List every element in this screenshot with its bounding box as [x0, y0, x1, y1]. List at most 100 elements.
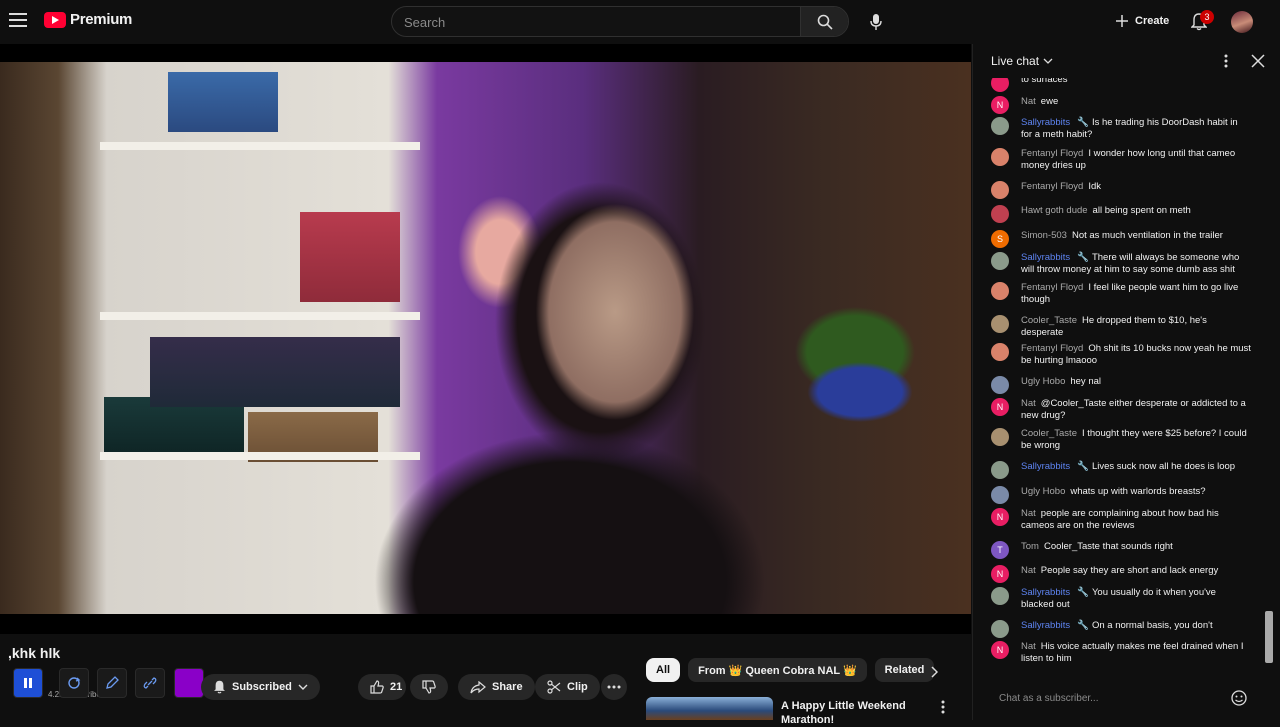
more-vertical-icon[interactable] [938, 699, 948, 715]
chip-from-channel[interactable]: From 👑 Queen Cobra NAL 👑 [688, 658, 867, 682]
chat-author-avatar[interactable] [991, 428, 1009, 446]
chat-author-avatar[interactable]: N [991, 565, 1009, 583]
chat-author-avatar[interactable]: N [991, 96, 1009, 114]
chat-message[interactable]: Fentanyl Floyd Oh shit its 10 bucks now y… [991, 343, 1251, 367]
chevron-right-icon[interactable] [925, 663, 943, 681]
edit-button[interactable] [97, 668, 127, 698]
chat-author-avatar[interactable] [991, 282, 1009, 300]
chat-author-avatar[interactable] [991, 117, 1009, 135]
chat-message[interactable]: N Nat @Cooler_Taste either desperate or ad… [991, 398, 1251, 422]
chat-author-name[interactable]: Nat [1021, 398, 1036, 409]
chat-message[interactable]: Sallyrabbits 🔧 There will always be someon… [991, 252, 1251, 276]
chat-author-name[interactable]: Sallyrabbits [1021, 461, 1070, 472]
video-player[interactable] [0, 44, 971, 634]
loop-button[interactable] [59, 668, 89, 698]
clip-button[interactable]: Clip [535, 674, 600, 700]
microphone-icon[interactable] [864, 10, 888, 34]
search-input[interactable] [404, 13, 784, 31]
chat-message-body: Nat @Cooler_Taste either desperate or add… [1021, 398, 1251, 422]
create-button[interactable]: Create [1105, 8, 1179, 34]
like-button[interactable]: 21 [358, 674, 407, 700]
account-avatar[interactable] [1231, 11, 1253, 33]
chat-author-name[interactable]: Nat [1021, 641, 1036, 652]
chat-author-name[interactable]: Ugly Hobo [1021, 376, 1065, 387]
more-vertical-icon[interactable] [1219, 52, 1233, 70]
menu-icon[interactable] [8, 10, 28, 30]
chat-author-avatar[interactable]: N [991, 508, 1009, 526]
chat-message[interactable]: Cooler_Taste I thought they were $25 befo… [991, 428, 1251, 452]
chat-author-avatar[interactable] [991, 486, 1009, 504]
chat-author-name[interactable]: Sallyrabbits [1021, 252, 1070, 263]
emoji-icon[interactable] [1230, 689, 1248, 707]
chat-author-name[interactable]: Cooler_Taste [1021, 315, 1077, 326]
chip-all[interactable]: All [646, 658, 681, 682]
chat-author-avatar[interactable]: T [991, 541, 1009, 559]
chat-author-avatar[interactable]: S [991, 230, 1009, 248]
chat-message[interactable]: Hawt goth dude all being spent on meth [991, 205, 1251, 223]
chat-author-name[interactable]: Sallyrabbits [1021, 117, 1070, 128]
chat-input[interactable] [999, 690, 1179, 706]
chat-message[interactable]: Sallyrabbits 🔧 On a normal basis, you don'… [991, 620, 1251, 638]
chat-author-avatar[interactable] [991, 620, 1009, 638]
chat-message[interactable]: T Tom Cooler_Taste that sounds right [991, 541, 1251, 559]
chat-author-avatar[interactable] [991, 315, 1009, 333]
chat-scrollbar[interactable] [1265, 611, 1273, 663]
chat-message[interactable]: N Nat People say they are short and lack e… [991, 565, 1251, 583]
chat-author-avatar[interactable] [991, 148, 1009, 166]
chat-author-avatar[interactable] [991, 78, 1009, 92]
search-button[interactable] [800, 7, 848, 36]
chat-message[interactable]: N Nat ewe [991, 96, 1251, 114]
chat-author-avatar[interactable] [991, 343, 1009, 361]
chat-author-name[interactable]: Nat [1021, 508, 1036, 519]
chat-author-avatar[interactable] [991, 587, 1009, 605]
chat-message[interactable]: N Nat His voice actually makes me feel dra… [991, 641, 1251, 665]
chat-author-avatar[interactable] [991, 376, 1009, 394]
chat-message[interactable]: Ugly Hobo hey nal [991, 376, 1251, 394]
chat-author-avatar[interactable] [991, 252, 1009, 270]
pause-button[interactable] [13, 668, 43, 698]
chat-author-name[interactable]: Sallyrabbits [1021, 587, 1070, 598]
chat-author-avatar[interactable]: N [991, 641, 1009, 659]
chat-message[interactable]: Fentanyl Floyd Idk [991, 181, 1251, 199]
chat-author-avatar[interactable] [991, 461, 1009, 479]
chat-author-name[interactable]: Simon-503 [1021, 230, 1067, 241]
subscribed-button[interactable]: Subscribed [201, 674, 320, 700]
chat-author-name[interactable]: Ugly Hobo [1021, 486, 1065, 497]
chat-message[interactable]: Sallyrabbits 🔧 Lives suck now all he does … [991, 461, 1251, 479]
chat-message[interactable]: Ugly Hobo whats up with warlords breasts? [991, 486, 1251, 504]
chat-author-name[interactable]: Fentanyl Floyd [1021, 343, 1083, 354]
live-chat-mode-selector[interactable]: Live chat [991, 54, 1053, 68]
chat-message[interactable]: Sallyrabbits 🔧 Is he trading his DoorDash … [991, 117, 1251, 141]
chat-author-name[interactable]: Fentanyl Floyd [1021, 148, 1083, 159]
chat-message-list[interactable]: to surfaces N Nat ewe Sallyrabbits 🔧 Is he tra… [973, 78, 1273, 712]
chat-message[interactable]: S Simon-503 Not as much ventilation in the… [991, 230, 1251, 248]
chat-author-name[interactable]: Tom [1021, 541, 1039, 552]
share-button[interactable]: Share [458, 674, 535, 700]
chat-author-name[interactable]: Fentanyl Floyd [1021, 282, 1083, 293]
chat-author-avatar[interactable] [991, 205, 1009, 223]
chat-author-name[interactable]: Cooler_Taste [1021, 428, 1077, 439]
video-frame[interactable] [0, 62, 971, 614]
chat-message[interactable]: Cooler_Taste He dropped them to $10, he's… [991, 315, 1251, 339]
chat-author-avatar[interactable] [991, 181, 1009, 199]
chat-message[interactable]: Fentanyl Floyd I feel like people want hi… [991, 282, 1251, 306]
chat-message[interactable]: to surfaces [991, 78, 1251, 92]
color-swatch[interactable] [174, 668, 204, 698]
chat-message[interactable]: N Nat people are complaining about how bad… [991, 508, 1251, 532]
related-video-title[interactable]: A Happy Little Weekend Marathon! [781, 699, 931, 727]
chat-author-avatar[interactable]: N [991, 398, 1009, 416]
related-video-item[interactable]: A Happy Little Weekend Marathon! [646, 697, 966, 726]
chat-author-name[interactable]: Fentanyl Floyd [1021, 181, 1083, 192]
chat-author-name[interactable]: Sallyrabbits [1021, 620, 1070, 631]
chat-author-name[interactable]: Hawt goth dude [1021, 205, 1088, 216]
close-icon[interactable] [1249, 52, 1267, 70]
more-actions-button[interactable] [601, 674, 627, 700]
youtube-premium-logo[interactable]: Premium [44, 11, 132, 28]
dislike-button[interactable] [410, 674, 448, 700]
chat-author-name[interactable]: Nat [1021, 96, 1036, 107]
chat-message[interactable]: Sallyrabbits 🔧 You usually do it when you'… [991, 587, 1251, 611]
chat-author-name[interactable]: Nat [1021, 565, 1036, 576]
chat-message[interactable]: Fentanyl Floyd I wonder how long until th… [991, 148, 1251, 172]
link-button[interactable] [135, 668, 165, 698]
related-video-thumbnail[interactable] [646, 697, 773, 720]
